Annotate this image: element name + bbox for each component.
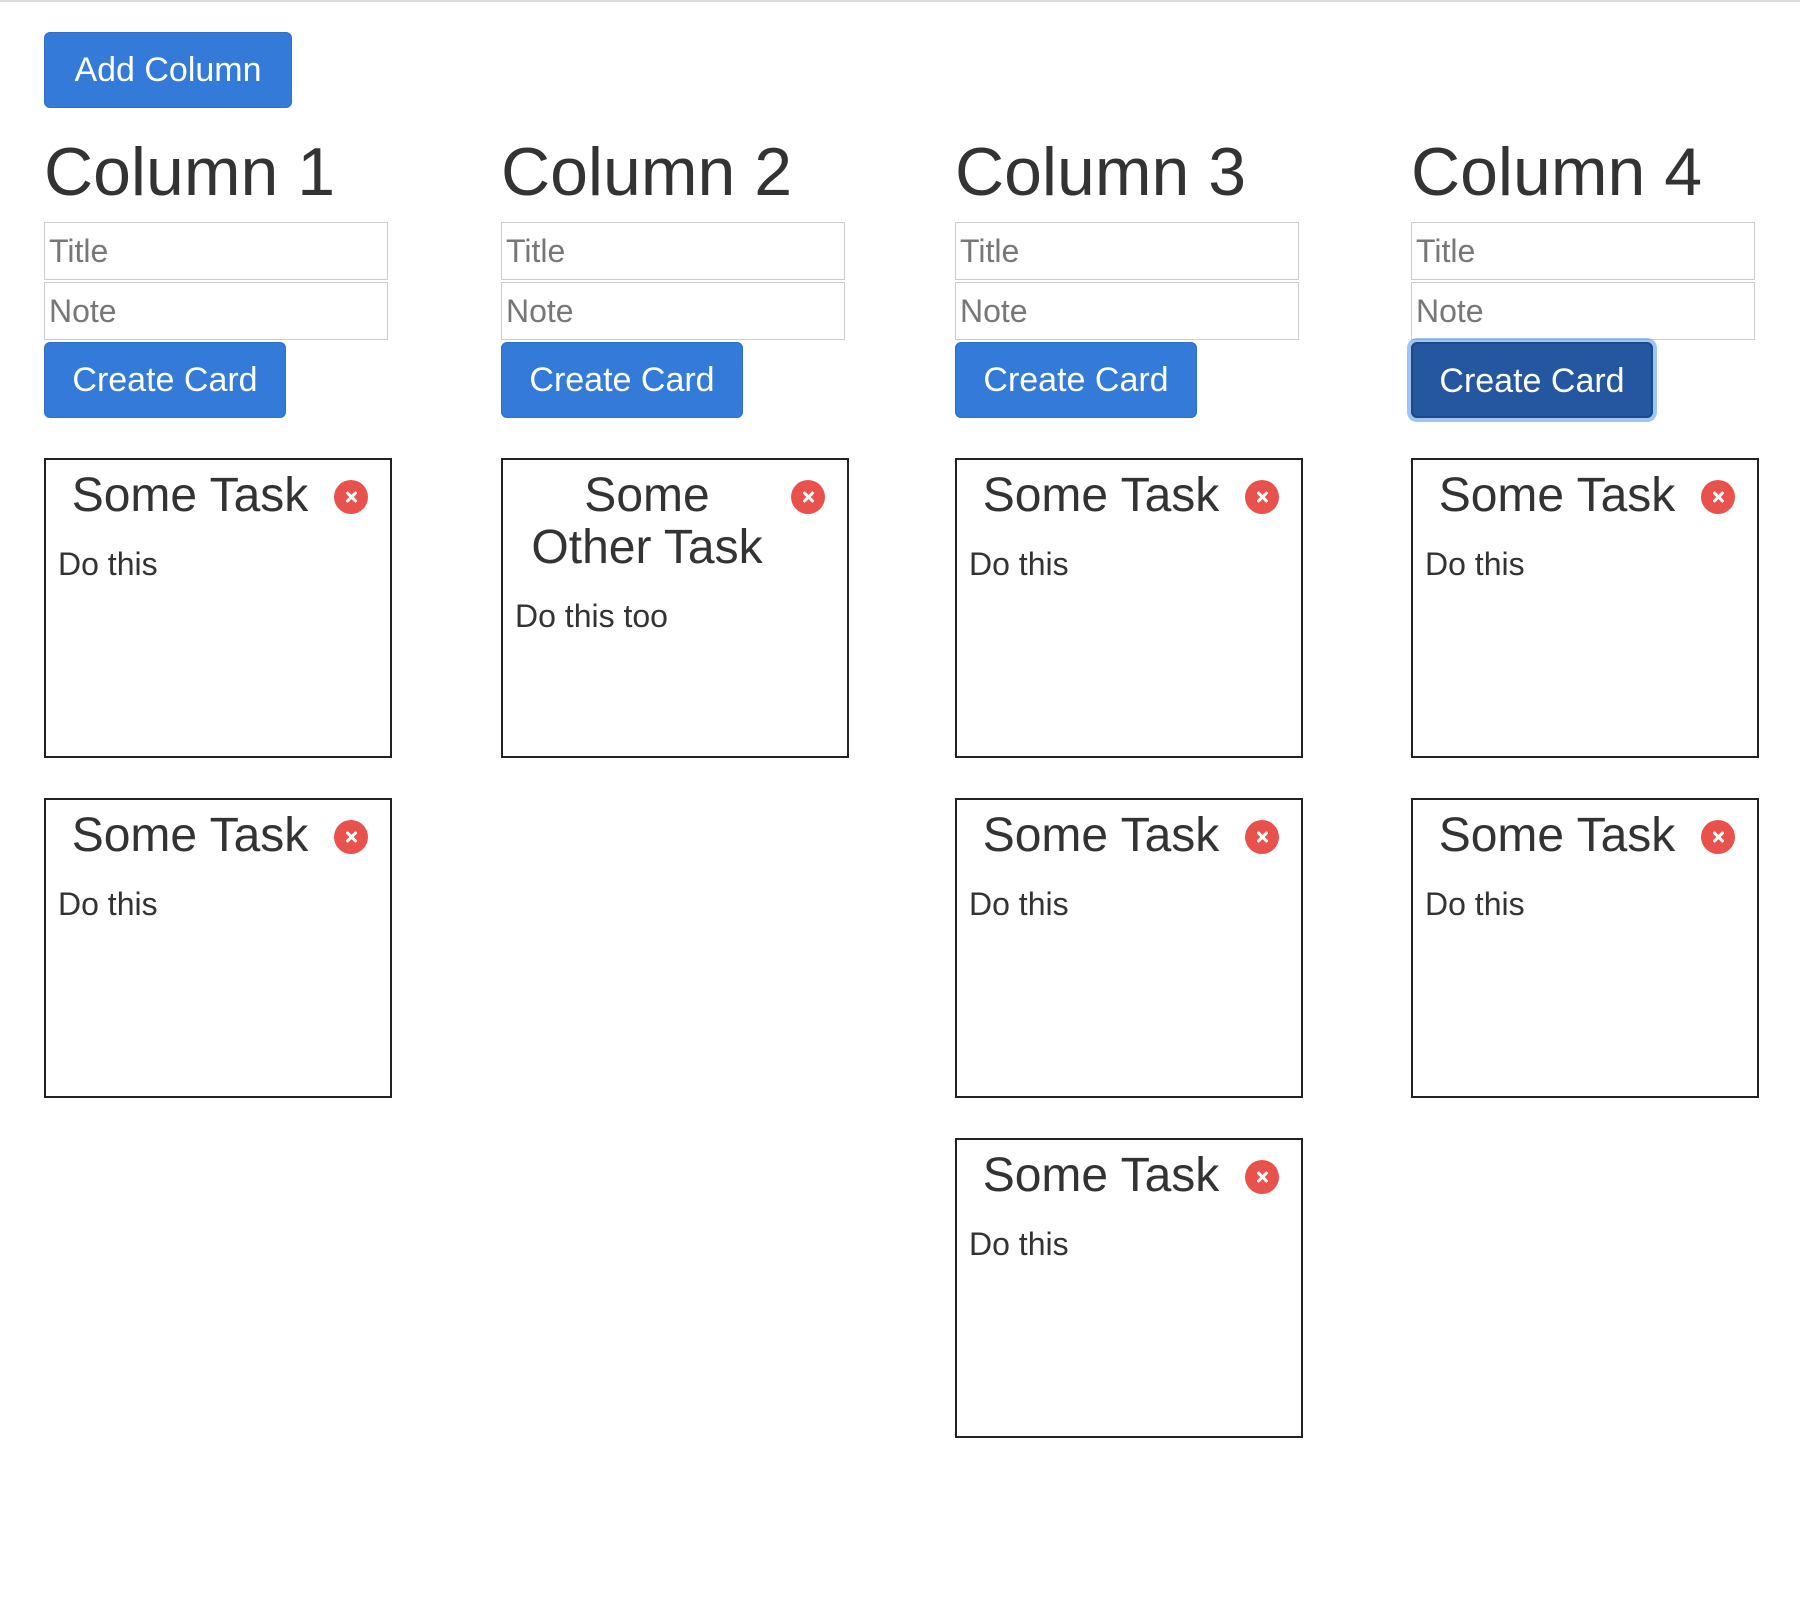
card-note: Do this too (515, 598, 668, 634)
card-title: Some Task (1438, 809, 1676, 862)
close-icon[interactable] (1245, 480, 1279, 514)
card-note-input[interactable] (1411, 282, 1755, 340)
card-title: Some Task (982, 1149, 1220, 1202)
close-icon[interactable] (334, 820, 368, 854)
close-icon[interactable] (791, 480, 825, 514)
card-note: Do this (58, 546, 158, 582)
column-title: Column 4 (1411, 134, 1703, 210)
card-title: Some Task (71, 469, 309, 522)
close-icon[interactable] (1701, 820, 1735, 854)
card-note-input[interactable] (501, 282, 845, 340)
card-note-input[interactable] (44, 282, 388, 340)
column-title: Column 3 (955, 134, 1247, 210)
create-card-button[interactable]: Create Card (501, 342, 743, 418)
close-icon[interactable] (334, 480, 368, 514)
column-3: Column 3 Create Card Some Task Do this S… (955, 132, 1305, 1478)
create-card-button[interactable]: Create Card (44, 342, 286, 418)
close-icon[interactable] (1245, 1160, 1279, 1194)
card-note: Do this (969, 546, 1069, 582)
task-card[interactable]: Some Task Do this (44, 458, 392, 758)
task-card[interactable]: Some Task Do this (955, 798, 1303, 1098)
card-note: Do this (1425, 886, 1525, 922)
kanban-board: Add Column Column 1 Create Card Some Tas… (0, 0, 1800, 1600)
add-column-button[interactable]: Add Column (44, 32, 292, 108)
card-title: Some Task (1438, 469, 1676, 522)
task-card[interactable]: Some Task Do this (44, 798, 392, 1098)
close-icon[interactable] (1701, 480, 1735, 514)
column-title: Column 2 (501, 134, 793, 210)
card-list: Some Task Do this Some Task Do this (44, 458, 394, 1098)
card-list: Some Task Do this Some Task Do this Some… (955, 458, 1305, 1438)
card-title: Some Task (71, 809, 309, 862)
task-card[interactable]: Some Task Do this (955, 1138, 1303, 1438)
card-title-input[interactable] (1411, 222, 1755, 280)
card-list: Some Other Task Do this too (501, 458, 851, 758)
create-card-button[interactable]: Create Card (1411, 342, 1653, 418)
task-card[interactable]: Some Other Task Do this too (501, 458, 849, 758)
card-note: Do this (58, 886, 158, 922)
card-note: Do this (969, 886, 1069, 922)
column-title: Column 1 (44, 134, 336, 210)
create-card-button[interactable]: Create Card (955, 342, 1197, 418)
column-4: Column 4 Create Card Some Task Do this S… (1411, 132, 1761, 1138)
card-title: Some Task (982, 809, 1220, 862)
card-list: Some Task Do this Some Task Do this (1411, 458, 1761, 1098)
card-title-input[interactable] (955, 222, 1299, 280)
card-note: Do this (1425, 546, 1525, 582)
task-card[interactable]: Some Task Do this (955, 458, 1303, 758)
column-1: Column 1 Create Card Some Task Do this S… (44, 132, 394, 1138)
card-title-input[interactable] (501, 222, 845, 280)
card-title: Some Task (982, 469, 1220, 522)
column-2: Column 2 Create Card Some Other Task Do … (501, 132, 851, 798)
card-note: Do this (969, 1226, 1069, 1262)
task-card[interactable]: Some Task Do this (1411, 458, 1759, 758)
card-note-input[interactable] (955, 282, 1299, 340)
task-card[interactable]: Some Task Do this (1411, 798, 1759, 1098)
card-title-input[interactable] (44, 222, 388, 280)
card-title: Some Other Task (531, 469, 763, 574)
close-icon[interactable] (1245, 820, 1279, 854)
